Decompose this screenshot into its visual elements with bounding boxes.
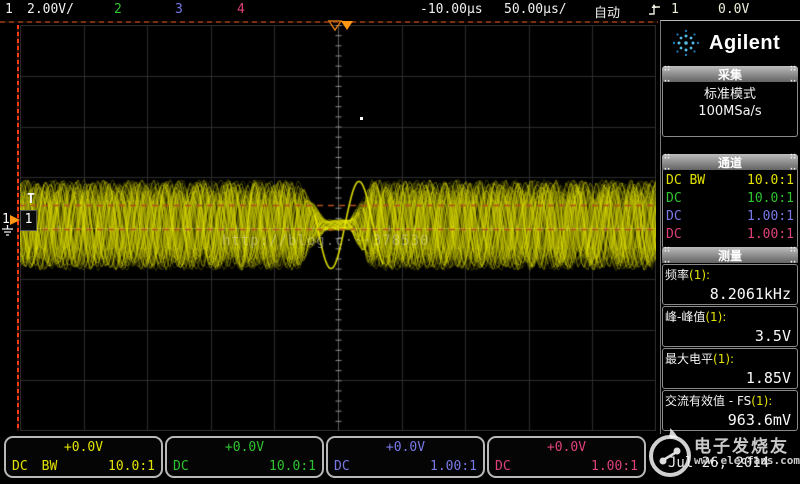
acquire-mode: 标准模式 [663, 86, 797, 103]
channel-1-bw-limit: BW [42, 459, 58, 474]
measurement-value: 8.2061kHz [665, 285, 795, 303]
trigger-mode-label: 自动 [594, 2, 620, 21]
channel-4-coupling: DC [495, 459, 511, 474]
measure-title: 测量 [718, 247, 742, 264]
channel-1-plot-marker: 1 [20, 210, 37, 231]
measurement-peak-to-peak[interactable]: 峰-峰值(1): 3.5V [662, 306, 798, 347]
channel-3-status-box[interactable]: +0.0V DC 1.00:1 [326, 436, 485, 478]
channels-title: 通道 [718, 154, 742, 171]
rising-edge-trigger-icon [648, 3, 661, 20]
channel-4-number[interactable]: 4 [237, 2, 245, 17]
elecfans-watermark-url: www.elecfans.com [694, 454, 800, 467]
brand-row: Agilent [661, 23, 800, 63]
measurement-name: 最大电平 [665, 352, 713, 366]
channel-1-coupling: DC BW [666, 172, 705, 190]
channel-3-row[interactable]: DC 1.00:1 [663, 208, 797, 226]
channel-3-probe: 1.00:1 [430, 459, 477, 474]
measurement-channel: (1): [689, 268, 710, 282]
channel-4-offset: +0.0V [489, 440, 644, 455]
trigger-source: 1 [671, 2, 679, 17]
trigger-level-readout[interactable]: 0.0V [718, 2, 749, 17]
measurement-ac-rms[interactable]: 交流有效值 - FS(1): 963.6mV [662, 390, 798, 431]
measurement-channel: (1): [705, 310, 726, 324]
channel-1-probe: 10.0:1 [747, 172, 794, 190]
channel-4-probe: 1.00:1 [591, 459, 638, 474]
channel-4-status-box[interactable]: +0.0V DC 1.00:1 [487, 436, 646, 478]
blog-watermark-text: http://blog.c···378530 [222, 233, 562, 249]
channel-2-coupling: DC [173, 459, 189, 474]
channel-3-probe: 1.00:1 [747, 208, 794, 226]
measurement-value: 963.6mV [665, 411, 795, 429]
channel-1-ground-marker[interactable]: 1 [1, 212, 19, 252]
measurement-value: 3.5V [665, 327, 795, 345]
status-top-bar: 1 2.00V/ 2 3 4 -10.00μs 50.00μs/ 自动 1 0.… [0, 0, 800, 20]
measure-section-header[interactable]: 测量 [662, 247, 798, 263]
channel-1-offset: +0.0V [6, 440, 161, 455]
measure-section-body: 频率(1): 8.2061kHz 峰-峰值(1): 3.5V 最大电平(1): … [662, 263, 798, 432]
channel-2-status-box[interactable]: +0.0V DC 10.0:1 [165, 436, 324, 478]
measurement-channel: (1): [751, 394, 772, 408]
measurement-max-level[interactable]: 最大电平(1): 1.85V [662, 348, 798, 389]
right-sidebar: Agilent 采集 标准模式 100MSa/s 通道 DC BW 10.0:1… [660, 20, 800, 435]
elecfans-watermark: 电子发烧友 www.elecfans.com [648, 428, 800, 481]
trigger-position-markers[interactable] [320, 20, 364, 32]
channel-2-offset: +0.0V [167, 440, 322, 455]
channel-1-scale[interactable]: 2.00V/ [27, 2, 74, 17]
channel-4-probe: 1.00:1 [747, 226, 794, 244]
channel-3-coupling: DC [666, 208, 682, 226]
channel-1-row[interactable]: DC BW 10.0:1 [663, 172, 797, 190]
delay-readout[interactable]: -10.00μs [420, 2, 483, 17]
agilent-starburst-icon [671, 28, 701, 58]
channel-2-probe: 10.0:1 [269, 459, 316, 474]
oscilloscope-screen: { "colors": { "ch1": "#e2e200", "ch2": "… [0, 0, 800, 481]
channel-3-offset: +0.0V [328, 440, 483, 455]
trigger-level-marker[interactable]: T [27, 192, 35, 207]
brand-name: Agilent [709, 32, 780, 55]
acquire-title: 采集 [718, 66, 742, 83]
elecfans-logo-icon [648, 428, 694, 480]
timebase-readout[interactable]: 50.00μs/ [504, 2, 567, 17]
marker-dot [360, 117, 363, 120]
channel-3-number[interactable]: 3 [175, 2, 183, 17]
channels-section-header[interactable]: 通道 [662, 154, 798, 170]
channel-2-probe: 10.0:1 [747, 190, 794, 208]
acquire-section-header[interactable]: 采集 [662, 66, 798, 82]
channel-2-row[interactable]: DC 10.0:1 [663, 190, 797, 208]
channel-1-probe: 10.0:1 [108, 459, 155, 474]
sample-rate: 100MSa/s [663, 103, 797, 120]
channel-1-number[interactable]: 1 [5, 2, 13, 17]
channel-1-status-box[interactable]: +0.0V DC BW 10.0:1 [4, 436, 163, 478]
channel-3-coupling: DC [334, 459, 350, 474]
measurement-channel: (1): [713, 352, 734, 366]
ground-symbol-icon [1, 225, 14, 237]
measurement-name: 交流有效值 - FS [665, 394, 751, 408]
channels-section-body: DC BW 10.0:1 DC 10.0:1 DC 1.00:1 DC 1.00… [662, 170, 798, 249]
channel-4-row[interactable]: DC 1.00:1 [663, 226, 797, 244]
waveform-display-area: T 1 1 http://blog.c···378530 [0, 20, 658, 434]
measurement-frequency[interactable]: 频率(1): 8.2061kHz [662, 264, 798, 305]
measurement-name: 频率 [665, 268, 689, 282]
channel-1-coupling: DC [12, 459, 28, 474]
channel-2-coupling: DC [666, 190, 682, 208]
graticule-waveform-canvas [20, 25, 656, 431]
acquire-section-body: 标准模式 100MSa/s [662, 82, 798, 137]
measurement-value: 1.85V [665, 369, 795, 387]
measurement-name: 峰-峰值 [665, 310, 705, 324]
channel-2-number[interactable]: 2 [114, 2, 122, 17]
